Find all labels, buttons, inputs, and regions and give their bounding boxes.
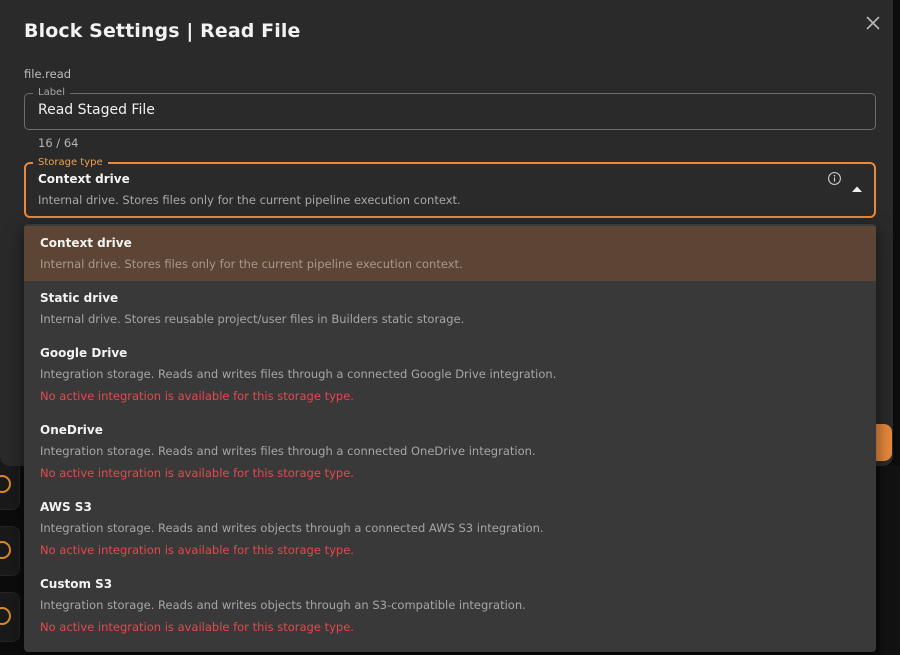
dialog-title: Block Settings | Read File <box>24 20 301 42</box>
label-field[interactable]: Label <box>24 86 876 130</box>
storage-type-select[interactable]: Storage type Context drive Internal driv… <box>24 156 876 218</box>
option-context-drive[interactable]: Context drive Internal drive. Stores fil… <box>24 226 876 281</box>
caret-up-icon[interactable] <box>851 185 863 193</box>
option-warning: No active integration is available for t… <box>40 620 354 634</box>
option-google-drive[interactable]: Google Drive Integration storage. Reads … <box>24 336 876 413</box>
option-title: Custom S3 <box>40 577 113 591</box>
option-title: OneDrive <box>40 423 103 437</box>
option-static-drive[interactable]: Static drive Internal drive. Stores reus… <box>24 281 876 336</box>
option-description: Integration storage. Reads and writes fi… <box>40 367 557 381</box>
option-title: AWS S3 <box>40 500 92 514</box>
option-warning: No active integration is available for t… <box>40 466 354 480</box>
node-icon <box>0 541 11 559</box>
option-description: Internal drive. Stores reusable project/… <box>40 312 465 326</box>
storage-type-legend: Storage type <box>33 156 108 169</box>
option-title: Google Drive <box>40 346 128 360</box>
close-icon <box>866 16 880 30</box>
option-custom-s3[interactable]: Custom S3 Integration storage. Reads and… <box>24 567 876 644</box>
option-aws-s3[interactable]: AWS S3 Integration storage. Reads and wr… <box>24 490 876 567</box>
block-type-id: file.read <box>24 67 72 81</box>
canvas-node[interactable] <box>0 526 20 576</box>
selected-storage-title: Context drive <box>38 172 130 186</box>
option-description: Integration storage. Reads and writes fi… <box>40 444 536 458</box>
canvas-node[interactable] <box>0 460 20 510</box>
canvas-background <box>880 466 900 655</box>
selected-storage-description: Internal drive. Stores files only for th… <box>38 193 461 207</box>
option-description: Integration storage. Reads and writes ob… <box>40 598 526 612</box>
option-description: Integration storage. Reads and writes ob… <box>40 521 544 535</box>
canvas-node[interactable] <box>0 592 20 642</box>
option-onedrive[interactable]: OneDrive Integration storage. Reads and … <box>24 413 876 490</box>
node-icon <box>0 475 11 493</box>
node-icon <box>0 607 11 625</box>
info-icon[interactable] <box>827 171 842 186</box>
option-description: Internal drive. Stores files only for th… <box>40 257 463 271</box>
option-warning: No active integration is available for t… <box>40 543 354 557</box>
label-char-count: 16 / 64 <box>38 136 79 150</box>
label-input[interactable] <box>38 102 858 118</box>
option-title: Static drive <box>40 291 119 305</box>
label-field-legend: Label <box>33 86 70 99</box>
option-title: Context drive <box>40 236 132 250</box>
option-warning: No active integration is available for t… <box>40 389 354 403</box>
close-button[interactable] <box>864 14 882 32</box>
storage-type-dropdown: Context drive Internal drive. Stores fil… <box>24 224 876 652</box>
